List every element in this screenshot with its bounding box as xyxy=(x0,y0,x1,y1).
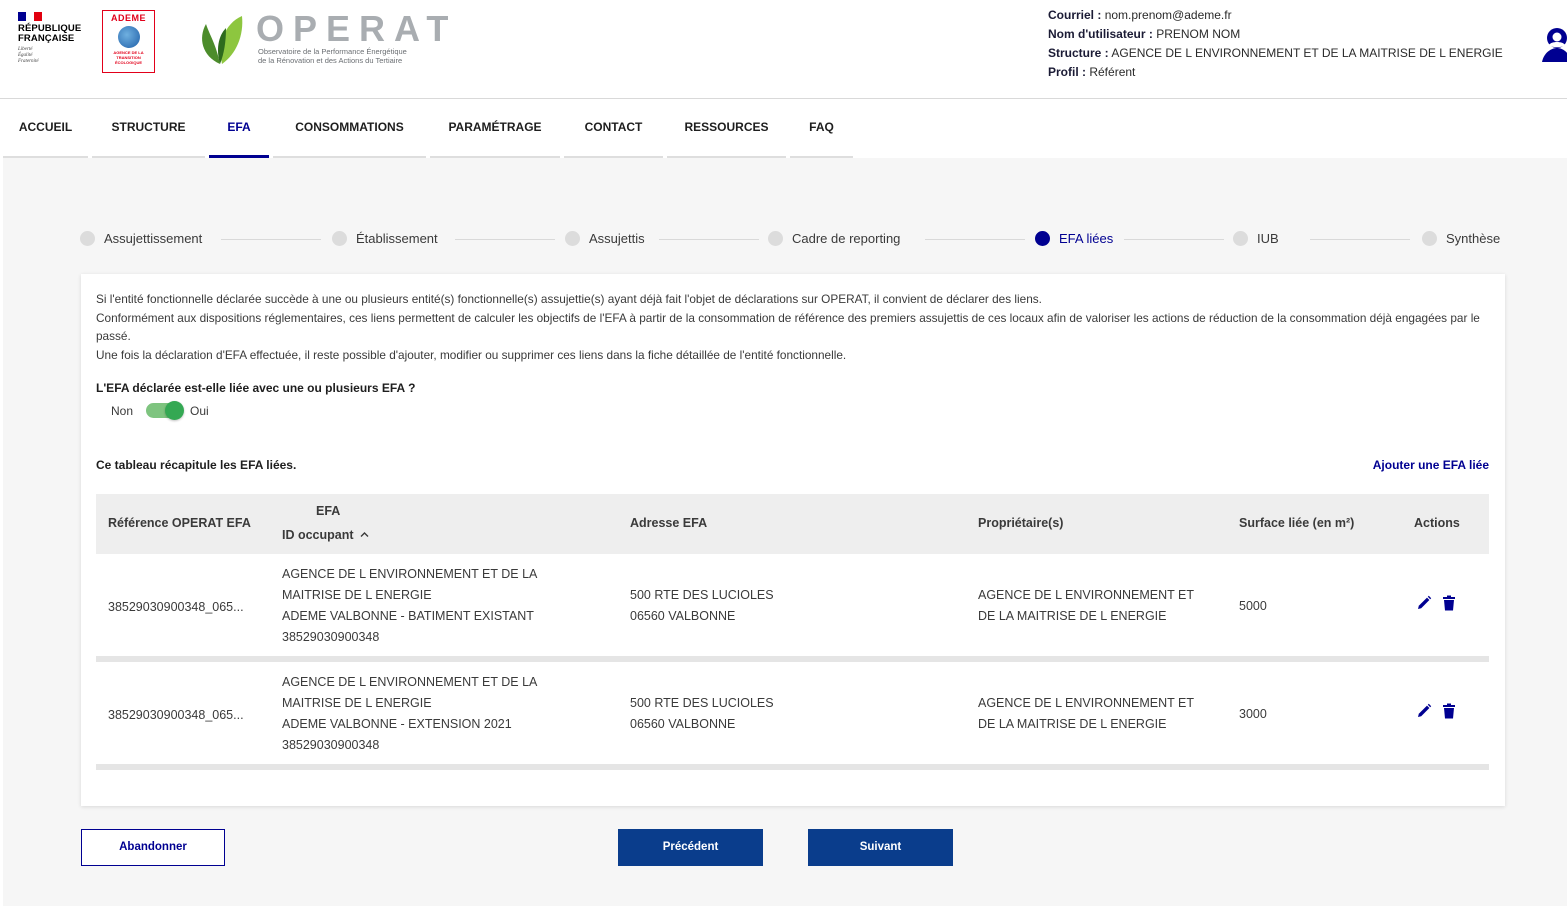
nav-contact[interactable]: CONTACT xyxy=(564,100,663,158)
operat-leaf-icon xyxy=(202,16,243,64)
ademe-title: ADEME xyxy=(110,13,146,23)
nav-parametrage[interactable]: PARAMÉTRAGE xyxy=(430,100,560,158)
globe-icon xyxy=(117,26,140,48)
operat-wordmark: OPERAT xyxy=(256,8,458,49)
user-info: Courriel : nom.prenom@ademe.fr Nom d'uti… xyxy=(1048,8,1503,79)
nav-efa[interactable]: EFA xyxy=(209,100,269,158)
user-profile: Référent xyxy=(1089,65,1136,79)
step-connector xyxy=(455,239,555,240)
cell-proprietaire: AGENCE DE L ENVIRONNEMENT ET DE LA MAITR… xyxy=(978,588,1195,623)
cell-adresse: 500 RTE DES LUCIOLES 06560 VALBONNE xyxy=(630,588,774,623)
delete-trash-icon[interactable] xyxy=(1442,703,1458,719)
nav-consommations[interactable]: CONSOMMATIONS xyxy=(273,100,426,158)
toggle-knob xyxy=(165,401,185,420)
step-connector xyxy=(221,239,321,240)
nav-ressources[interactable]: RESSOURCES xyxy=(667,100,786,158)
cell-efa: AGENCE DE L ENVIRONNEMENT ET DE LA MAITR… xyxy=(282,675,538,752)
republique-francaise-logo[interactable]: RÉPUBLIQUE FRANÇAISE Liberté Égalité Fra… xyxy=(18,12,88,65)
step-connector xyxy=(1310,239,1410,240)
header-actions: Actions xyxy=(1414,516,1460,530)
table-row: 38529030900348_065... AGENCE DE L ENVIRO… xyxy=(96,662,1489,770)
main-nav: ACCUEIL STRUCTURE EFA CONSOMMATIONS PARA… xyxy=(0,100,1567,158)
cell-efa: AGENCE DE L ENVIRONNEMENT ET DE LA MAITR… xyxy=(282,567,538,644)
table-row: 38529030900348_065... AGENCE DE L ENVIRO… xyxy=(96,554,1489,662)
edit-pencil-icon[interactable] xyxy=(1416,595,1432,611)
header: RÉPUBLIQUE FRANÇAISE Liberté Égalité Fra… xyxy=(0,0,1567,99)
intro-text: Si l'entité fonctionnelle déclarée succè… xyxy=(96,292,1480,362)
devise: Liberté Égalité Fraternité xyxy=(18,47,39,64)
step-dot-active xyxy=(1035,231,1050,246)
step-dot xyxy=(332,231,347,246)
add-linked-efa-link[interactable]: Ajouter une EFA liée xyxy=(1373,458,1489,472)
step-dot xyxy=(768,231,783,246)
step-synthese[interactable]: Synthèse xyxy=(1422,231,1500,246)
cell-adresse: 500 RTE DES LUCIOLES 06560 VALBONNE xyxy=(630,696,774,731)
step-assujettissement[interactable]: Assujettissement xyxy=(80,231,202,246)
edit-pencil-icon[interactable] xyxy=(1416,703,1432,719)
user-name: PRENOM NOM xyxy=(1156,27,1241,41)
ademe-subtitle: AGENCE DE LA TRANSITION ÉCOLOGIQUE xyxy=(113,50,144,65)
cell-surface: 3000 xyxy=(1239,707,1267,721)
abandon-button[interactable]: Abandonner xyxy=(81,829,225,866)
header-surface[interactable]: Surface liée (en m²) xyxy=(1239,516,1354,530)
previous-button[interactable]: Précédent xyxy=(618,829,763,866)
next-button[interactable]: Suivant xyxy=(808,829,953,866)
row-actions xyxy=(1416,703,1458,719)
header-id-occupant[interactable]: ID occupant xyxy=(282,528,369,542)
cell-ref: 38529030900348_065... xyxy=(108,600,244,614)
step-dot xyxy=(1422,231,1437,246)
step-iub[interactable]: IUB xyxy=(1233,231,1279,246)
user-email: nom.prenom@ademe.fr xyxy=(1104,8,1232,22)
step-dot xyxy=(1233,231,1248,246)
row-actions xyxy=(1416,595,1458,611)
nav-faq[interactable]: FAQ xyxy=(790,100,853,158)
step-connector xyxy=(659,239,759,240)
linked-question: L'EFA déclarée est-elle liée avec une ou… xyxy=(96,381,416,395)
user-account-icon[interactable] xyxy=(1540,26,1567,62)
operat-subtitle: Observatoire de la Performance Énergétiq… xyxy=(258,47,407,65)
linked-toggle[interactable] xyxy=(146,401,185,420)
toggle-on-label: Oui xyxy=(190,403,209,418)
header-proprietaire[interactable]: Propriétaire(s) xyxy=(978,516,1063,530)
header-efa: EFA xyxy=(316,504,341,518)
step-connector xyxy=(925,239,1025,240)
step-dot xyxy=(565,231,580,246)
step-cadre-reporting[interactable]: Cadre de reporting xyxy=(768,231,900,246)
nav-accueil[interactable]: ACCUEIL xyxy=(3,100,88,158)
sort-chevron-up-icon[interactable] xyxy=(360,531,369,538)
cell-proprietaire: AGENCE DE L ENVIRONNEMENT ET DE LA MAITR… xyxy=(978,696,1195,731)
toggle-off-label: Non xyxy=(111,403,134,418)
step-assujettis[interactable]: Assujettis xyxy=(565,231,645,246)
delete-trash-icon[interactable] xyxy=(1442,595,1458,611)
header-adresse[interactable]: Adresse EFA xyxy=(630,516,707,530)
linked-toggle-row: Non Oui xyxy=(111,401,209,420)
flag-icon xyxy=(18,12,42,21)
step-dot xyxy=(80,231,95,246)
table-title: Ce tableau récapitule les EFA liées. xyxy=(96,458,297,472)
user-structure: AGENCE DE L ENVIRONNEMENT ET DE LA MAITR… xyxy=(1111,46,1503,60)
step-etablissement[interactable]: Établissement xyxy=(332,231,438,246)
ademe-logo[interactable]: ADEME AGENCE DE LA TRANSITION ÉCOLOGIQUE xyxy=(102,10,155,73)
cell-surface: 5000 xyxy=(1239,599,1267,613)
table-header: Référence OPERAT EFA EFA ID occupant Adr… xyxy=(96,494,1489,554)
rf-line2: FRANÇAISE xyxy=(18,33,75,44)
step-efa-liees[interactable]: EFA liées xyxy=(1035,231,1113,246)
step-connector xyxy=(1124,239,1224,240)
header-ref[interactable]: Référence OPERAT EFA xyxy=(108,516,251,530)
efa-liees-card: Si l'entité fonctionnelle déclarée succè… xyxy=(81,274,1505,806)
nav-structure[interactable]: STRUCTURE xyxy=(92,100,205,158)
cell-ref: 38529030900348_065... xyxy=(108,708,244,722)
